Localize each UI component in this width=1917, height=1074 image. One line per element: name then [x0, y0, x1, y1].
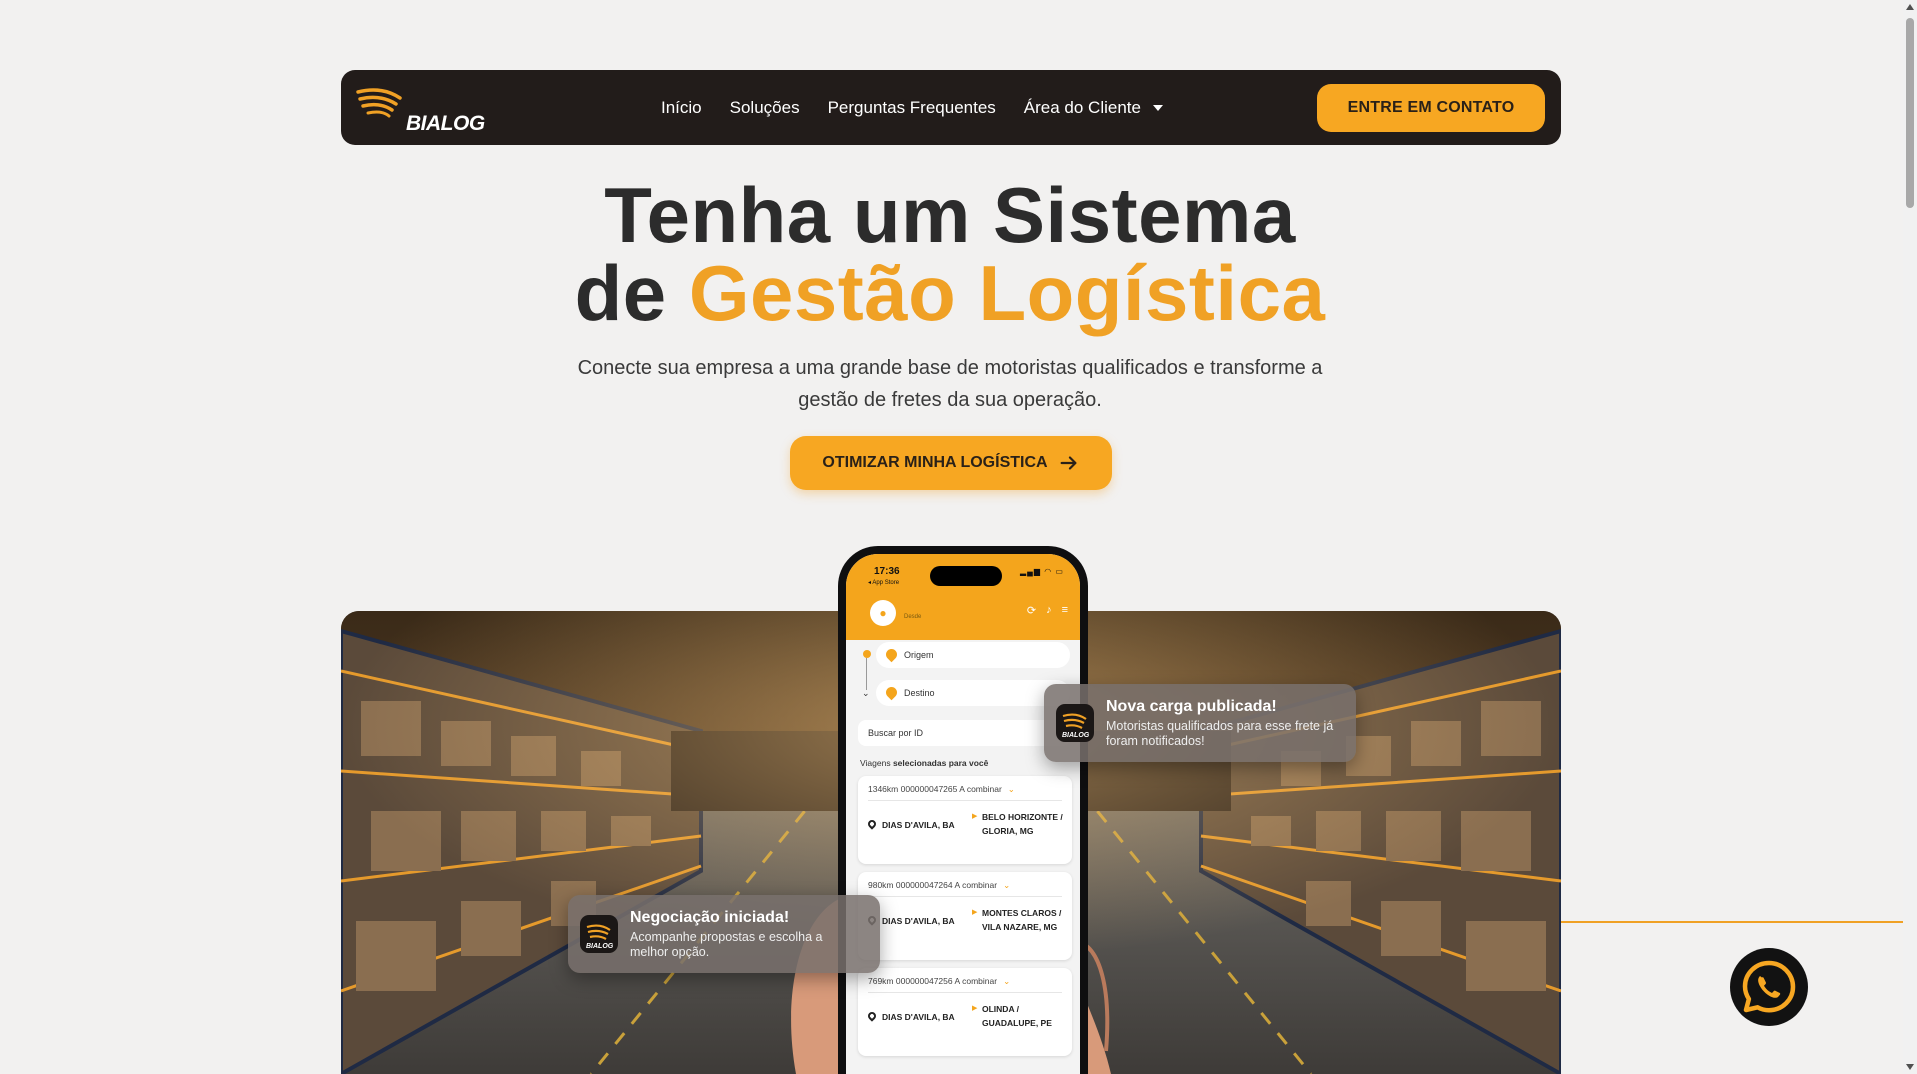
- hero-title-prefix: de: [574, 249, 689, 337]
- trip-divider: [868, 896, 1062, 897]
- trip-card[interactable]: 1346km 000000047265 A combinar ⌄ DIAS D'A…: [858, 776, 1072, 864]
- destination-label: Destino: [904, 688, 935, 698]
- nav-link-solucoes[interactable]: Soluções: [730, 98, 800, 118]
- app-header-icons: ⟳ ♪ ≡: [1027, 604, 1068, 617]
- optimize-logistics-label: OTIMIZAR MINHA LOGÍSTICA: [822, 454, 1048, 471]
- trip-origin: DIAS D'AVILA, BA: [866, 1010, 958, 1024]
- hero-title: Tenha um Sistema de Gestão Logística: [0, 176, 1900, 332]
- trip-origin: DIAS D'AVILA, BA: [866, 914, 958, 928]
- route-line: [866, 658, 867, 690]
- toast-negotiation: BIALOG Negociação iniciada! Acompanhe pr…: [568, 895, 880, 973]
- page-scrollbar[interactable]: [1903, 0, 1917, 1074]
- chevron-down-icon[interactable]: ⌄: [1003, 976, 1010, 986]
- hero-title-line2: de Gestão Logística: [0, 254, 1900, 332]
- toast-new-load-title: Nova carga publicada!: [1106, 698, 1277, 715]
- route-expand-icon[interactable]: ⌄: [862, 688, 870, 699]
- bialog-logo[interactable]: BIALOG: [356, 84, 486, 135]
- trip-destination: MONTES CLAROS / VILA NAZARE, MG: [982, 908, 1062, 932]
- trip-id: 000000047264: [895, 880, 953, 890]
- nav-link-faq[interactable]: Perguntas Frequentes: [828, 98, 996, 118]
- trip-km: 980km: [868, 880, 894, 890]
- route-arrow-icon: ▶: [972, 813, 978, 820]
- contact-button[interactable]: ENTRE EM CONTATO: [1317, 84, 1545, 132]
- scroll-up-arrow-icon[interactable]: [1906, 4, 1914, 10]
- refresh-icon[interactable]: ⟳: [1027, 604, 1036, 617]
- trip-km: 1346km: [868, 784, 899, 794]
- nav-link-area-cliente[interactable]: Área do Cliente: [1024, 98, 1163, 118]
- phone-mockup: 17:36 ◂ App Store ▂▄▆ ◠ ▭ ● Desde ⟳ ♪ ≡ …: [838, 546, 1088, 1074]
- trips-heading-bold: selecionadas para você: [892, 758, 989, 768]
- origin-pin-icon: [883, 646, 900, 663]
- scrollbar-thumb[interactable]: [1906, 18, 1914, 208]
- whatsapp-button[interactable]: [1730, 948, 1808, 1026]
- trip-origin-text: DIAS D'AVILA, BA: [882, 820, 955, 830]
- trip-origin: DIAS D'AVILA, BA: [866, 818, 958, 832]
- search-by-id-input[interactable]: Buscar por ID: [858, 720, 1070, 746]
- trip-price: A combinar: [954, 880, 998, 890]
- location-pin-icon: [866, 1010, 878, 1022]
- bialog-logo-icon: BIALOG: [580, 915, 618, 953]
- route-arrow-icon: ▶: [972, 1005, 978, 1012]
- trip-divider: [868, 992, 1062, 993]
- toast-negotiation-body: Acompanhe propostas e escolha a melhor o…: [630, 930, 823, 959]
- whatsapp-icon: [1742, 960, 1796, 1013]
- bialog-logo-icon: [356, 88, 402, 118]
- scroll-down-arrow-icon[interactable]: [1906, 1064, 1914, 1070]
- caret-down-icon: [1152, 105, 1163, 112]
- trips-heading-prefix: Viagens: [860, 758, 893, 768]
- location-pin-icon: [866, 818, 878, 830]
- toast-new-load-body: Motoristas qualificados para esse frete …: [1106, 719, 1334, 748]
- trip-price: A combinar: [959, 784, 1002, 794]
- trip-card[interactable]: 769km 000000047256 A combinar ⌄ DIAS D'AV…: [858, 968, 1072, 1056]
- main-nav: Início Soluções Perguntas Frequentes Áre…: [661, 70, 1163, 145]
- app-header: 17:36 ◂ App Store ▂▄▆ ◠ ▭ ● Desde ⟳ ♪ ≡: [846, 554, 1080, 640]
- trip-destination: OLINDA / GUADALUPE, PE: [982, 1004, 1052, 1028]
- trip-id: 000000047256: [895, 976, 953, 986]
- desde-label: Desde: [904, 614, 922, 620]
- bialog-logo-icon: BIALOG: [1056, 704, 1094, 742]
- menu-icon[interactable]: ≡: [1062, 604, 1068, 617]
- route-arrow-icon: ▶: [972, 909, 978, 916]
- phone-screen: 17:36 ◂ App Store ▂▄▆ ◠ ▭ ● Desde ⟳ ♪ ≡ …: [846, 554, 1080, 1074]
- phone-time: 17:36: [874, 566, 900, 577]
- status-bar-icons: ▂▄▆ ◠ ▭: [1020, 567, 1064, 576]
- svg-text:BIALOG: BIALOG: [586, 943, 614, 950]
- optimize-logistics-button[interactable]: OTIMIZAR MINHA LOGÍSTICA: [790, 436, 1112, 490]
- brand-name: BIALOG: [406, 112, 485, 135]
- chevron-down-icon[interactable]: ⌄: [1008, 784, 1015, 794]
- trip-origin-text: DIAS D'AVILA, BA: [882, 916, 955, 926]
- origin-field[interactable]: Origem: [876, 642, 1070, 668]
- app-store-back: ◂ App Store: [868, 580, 900, 586]
- origin-label: Origem: [904, 650, 934, 660]
- area-cliente-label: Área do Cliente: [1023, 97, 1141, 117]
- svg-text:BIALOG: BIALOG: [1062, 732, 1090, 739]
- trip-origin-text: DIAS D'AVILA, BA: [882, 1012, 955, 1022]
- dynamic-island: [930, 566, 1002, 586]
- trip-km: 769km: [868, 976, 894, 986]
- trip-price: A combinar: [954, 976, 998, 986]
- trip-id: 000000047265: [900, 784, 958, 794]
- destination-field[interactable]: Destino: [876, 680, 1070, 706]
- user-avatar-icon[interactable]: ●: [870, 600, 896, 626]
- destination-pin-icon: [883, 684, 900, 701]
- hero-title-line1: Tenha um Sistema: [604, 171, 1296, 259]
- trip-card[interactable]: 980km 000000047264 A combinar ⌄ DIAS D'AV…: [858, 872, 1072, 960]
- navbar: BIALOG Início Soluções Perguntas Frequen…: [341, 70, 1561, 145]
- trip-divider: [868, 800, 1062, 801]
- divider-line: [1561, 921, 1903, 923]
- trip-destination: BELO HORIZONTE / GLORIA, MG: [982, 812, 1063, 836]
- hero-subtitle: Conecte sua empresa a uma grande base de…: [577, 357, 1323, 411]
- hero-title-accent: Gestão Logística: [688, 249, 1326, 337]
- toast-negotiation-title: Negociação iniciada!: [630, 909, 790, 926]
- bell-icon[interactable]: ♪: [1046, 604, 1052, 617]
- nav-link-inicio[interactable]: Início: [661, 98, 702, 118]
- chevron-down-icon[interactable]: ⌄: [1003, 880, 1010, 890]
- toast-new-load: BIALOG Nova carga publicada! Motoristas …: [1044, 684, 1356, 762]
- route-start-dot: [863, 650, 871, 658]
- trip-summary: 769km 000000047256 A combinar ⌄: [868, 976, 1010, 987]
- trips-heading: Viagens selecionadas para você: [860, 758, 988, 768]
- arrow-right-icon: [1060, 456, 1077, 470]
- trip-summary: 980km 000000047264 A combinar ⌄: [868, 880, 1010, 891]
- trip-summary: 1346km 000000047265 A combinar ⌄: [868, 784, 1015, 795]
